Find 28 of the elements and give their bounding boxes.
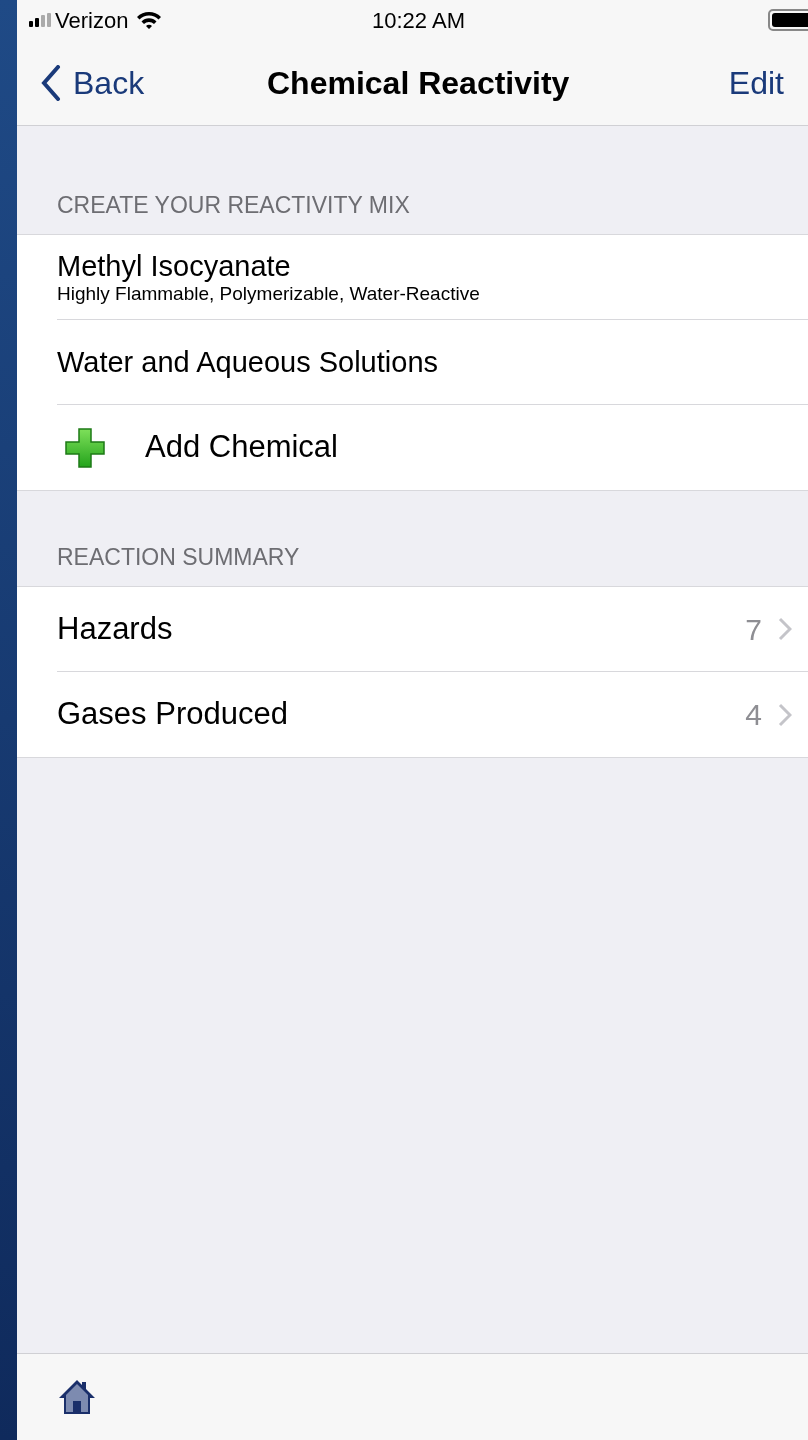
clock-time: 10:22 AM [372, 6, 465, 35]
chemical-name: Water and Aqueous Solutions [57, 345, 439, 379]
add-chemical-label: Add Chemical [145, 428, 338, 467]
screen-title: Chemical Reactivity [267, 63, 570, 103]
list-item[interactable]: Hazards 7 [57, 587, 808, 672]
row-count: 7 [745, 611, 762, 648]
row-title: Gases Produced [57, 695, 289, 734]
carrier-name: Verizon [55, 6, 129, 35]
section-header: CREATE YOUR REACTIVITY MIX [57, 190, 410, 220]
back-button[interactable]: Back [41, 58, 145, 107]
signal-icon [29, 13, 51, 27]
section-header: REACTION SUMMARY [57, 542, 300, 572]
chemical-name: Methyl Isocyanate [57, 249, 292, 283]
add-chemical-row[interactable]: Add Chemical [57, 405, 808, 490]
row-count: 4 [745, 697, 762, 733]
wifi-icon [136, 10, 163, 30]
row-title: Hazards [57, 609, 174, 648]
home-icon[interactable] [57, 1377, 97, 1417]
list-item[interactable]: Water and Aqueous Solutions [57, 320, 808, 405]
edit-button[interactable]: Edit [728, 58, 784, 107]
back-chevron-icon [41, 64, 61, 101]
battery-icon [768, 9, 808, 31]
chemical-properties: Highly Flammable, Polymerizable, Water-Reactive [57, 283, 481, 305]
chevron-icon [778, 617, 792, 641]
plus-icon [65, 427, 105, 468]
chevron-icon [778, 702, 792, 727]
list-item[interactable]: Gases Produced 4 [57, 672, 808, 757]
list-item[interactable]: Methyl Isocyanate Highly Flammable, Polymerizable, Water-Reactive [57, 235, 808, 320]
